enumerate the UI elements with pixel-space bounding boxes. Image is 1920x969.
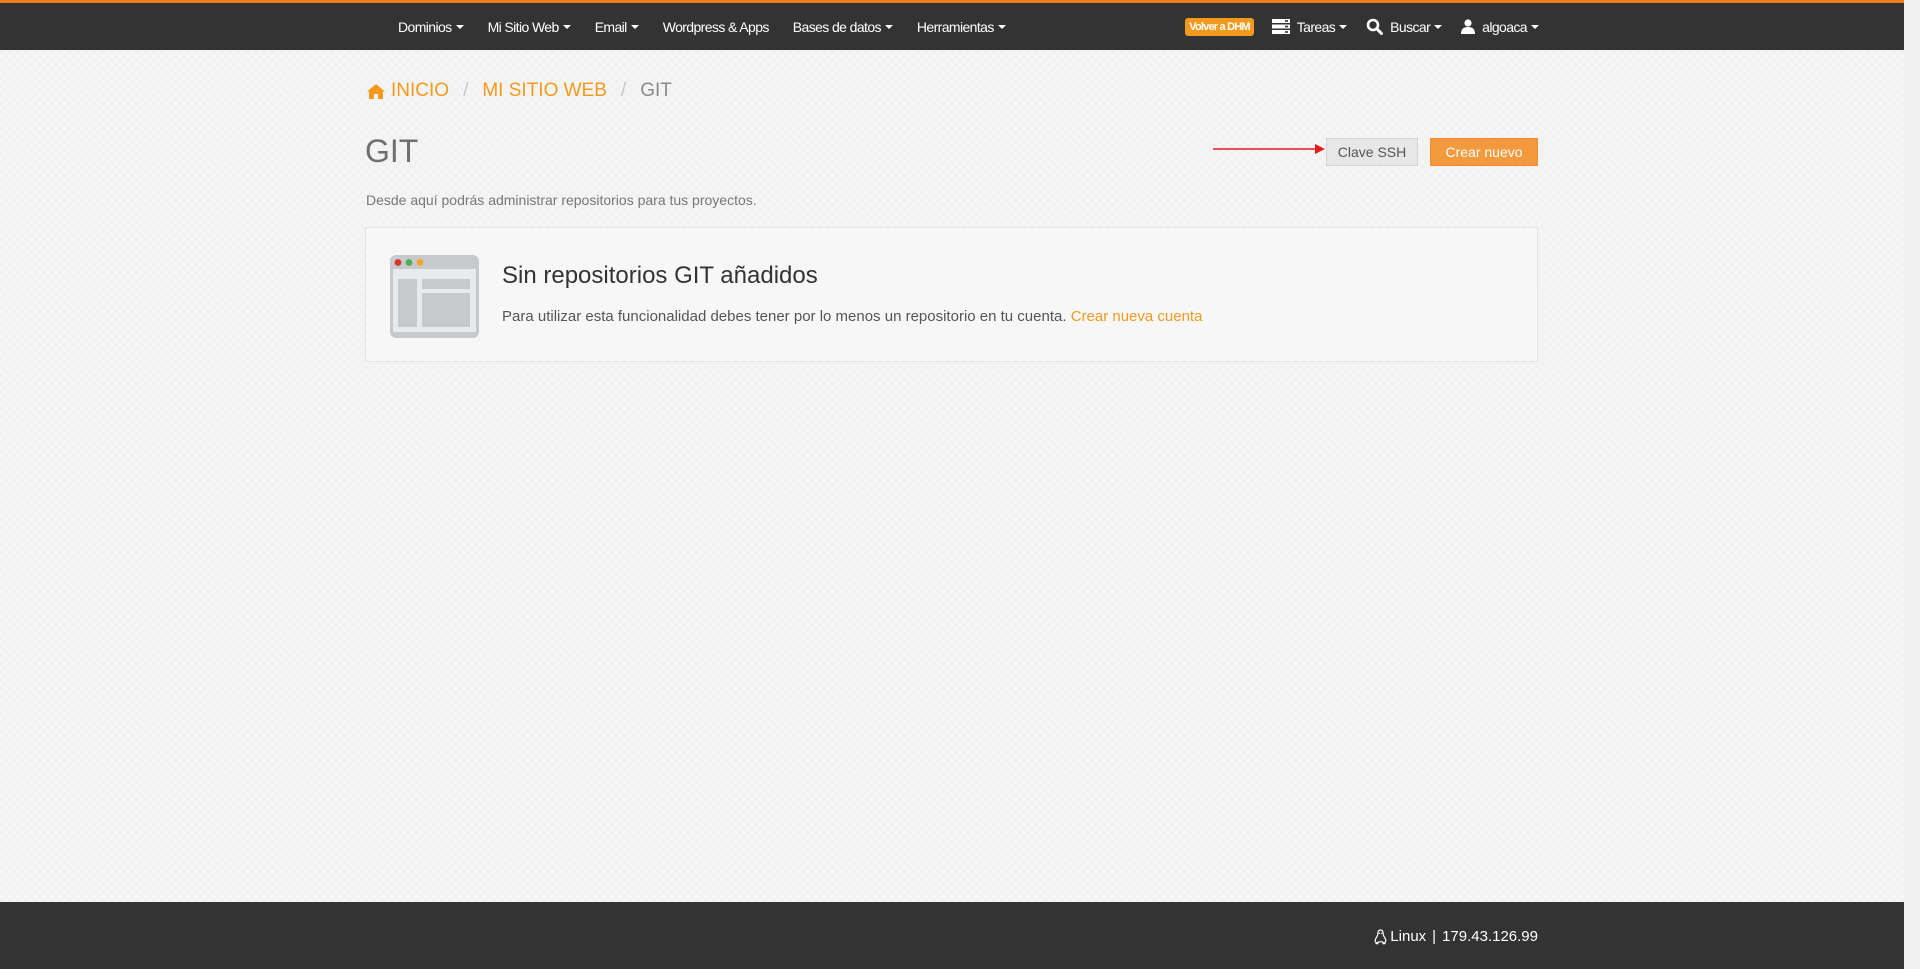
empty-state-message: Para utilizar esta funcionalidad debes t…: [502, 308, 1067, 325]
server-ip: 179.43.126.99: [1442, 928, 1538, 945]
caret-down-icon: [455, 24, 464, 29]
breadcrumb-home-label: INICIO: [391, 80, 450, 101]
breadcrumb-section[interactable]: MI SITIO WEB: [482, 80, 607, 102]
nav-wordpress-apps[interactable]: Wordpress & Apps: [662, 18, 770, 35]
nav-herramientas-label: Herramientas: [916, 18, 994, 35]
arrow-annotation: [1213, 144, 1325, 154]
search-icon: [1366, 18, 1384, 35]
home-icon: [367, 83, 385, 99]
main-menu: Dominios Mi Sitio Web Email Wordpress & …: [398, 3, 1030, 50]
breadcrumb-home[interactable]: INICIO: [366, 80, 449, 102]
nav-mi-sitio-web[interactable]: Mi Sitio Web: [488, 19, 571, 35]
search-menu[interactable]: Buscar: [1366, 18, 1443, 35]
breadcrumb: INICIO / MI SITIO WEB / GIT: [366, 80, 672, 102]
nav-mi-sitio-web-label: Mi Sitio Web: [487, 18, 560, 35]
breadcrumb-separator: /: [463, 80, 469, 101]
user-label: algoaca: [1482, 18, 1527, 35]
nav-dominios[interactable]: Dominios: [398, 19, 464, 35]
create-new-button[interactable]: Crear nuevo: [1430, 138, 1538, 166]
tasks-icon: [1271, 19, 1290, 34]
vertical-scrollbar[interactable]: [1904, 0, 1920, 969]
nav-wordpress-apps-label: Wordpress & Apps: [662, 18, 770, 35]
empty-state-text: Para utilizar esta funcionalidad debes t…: [502, 308, 1202, 325]
server-info: Linux | 179.43.126.99: [1374, 928, 1538, 945]
breadcrumb-separator: /: [620, 80, 627, 101]
page-title: GIT: [365, 133, 419, 169]
nav-dominios-label: Dominios: [398, 18, 452, 35]
nav-bases-de-datos-label: Bases de datos: [792, 18, 882, 35]
ssh-key-button[interactable]: Clave SSH: [1326, 138, 1418, 166]
empty-state-card: Sin repositorios GIT añadidos Para utili…: [365, 227, 1538, 362]
footer-separator: |: [1432, 928, 1437, 945]
footer: Linux | 179.43.126.99: [0, 902, 1904, 969]
account-menu[interactable]: algoaca: [1461, 19, 1539, 35]
caret-down-icon: [997, 24, 1006, 29]
caret-down-icon: [1531, 24, 1539, 29]
server-os: Linux: [1390, 928, 1427, 945]
page-description: Desde aquí podrás administrar repositori…: [366, 192, 757, 208]
tasks-label: Tareas: [1296, 18, 1336, 35]
nav-email-label: Email: [594, 18, 628, 35]
linux-icon: [1374, 928, 1387, 944]
tasks-menu[interactable]: Tareas: [1271, 18, 1348, 35]
nav-bases-de-datos[interactable]: Bases de datos: [793, 19, 893, 35]
empty-state-title: Sin repositorios GIT añadidos: [502, 262, 818, 289]
caret-down-icon: [1434, 24, 1443, 29]
nav-email[interactable]: Email: [595, 19, 639, 35]
volver-dhm-button[interactable]: Volver a DHM: [1185, 17, 1254, 36]
caret-down-icon: [630, 24, 639, 29]
caret-down-icon: [884, 24, 893, 29]
nav-herramientas[interactable]: Herramientas: [917, 19, 1006, 35]
caret-down-icon: [1339, 24, 1348, 29]
breadcrumb-current: GIT: [640, 80, 672, 101]
browser-window-icon: [390, 255, 479, 338]
caret-down-icon: [562, 24, 571, 29]
search-label: Buscar: [1390, 18, 1431, 35]
top-navbar: Dominios Mi Sitio Web Email Wordpress & …: [0, 0, 1904, 50]
create-account-link[interactable]: Crear nueva cuenta: [1071, 308, 1203, 325]
user-menu: Volver a DHM Tareas Buscar algoaca: [1185, 3, 1539, 50]
user-icon: [1461, 19, 1476, 34]
